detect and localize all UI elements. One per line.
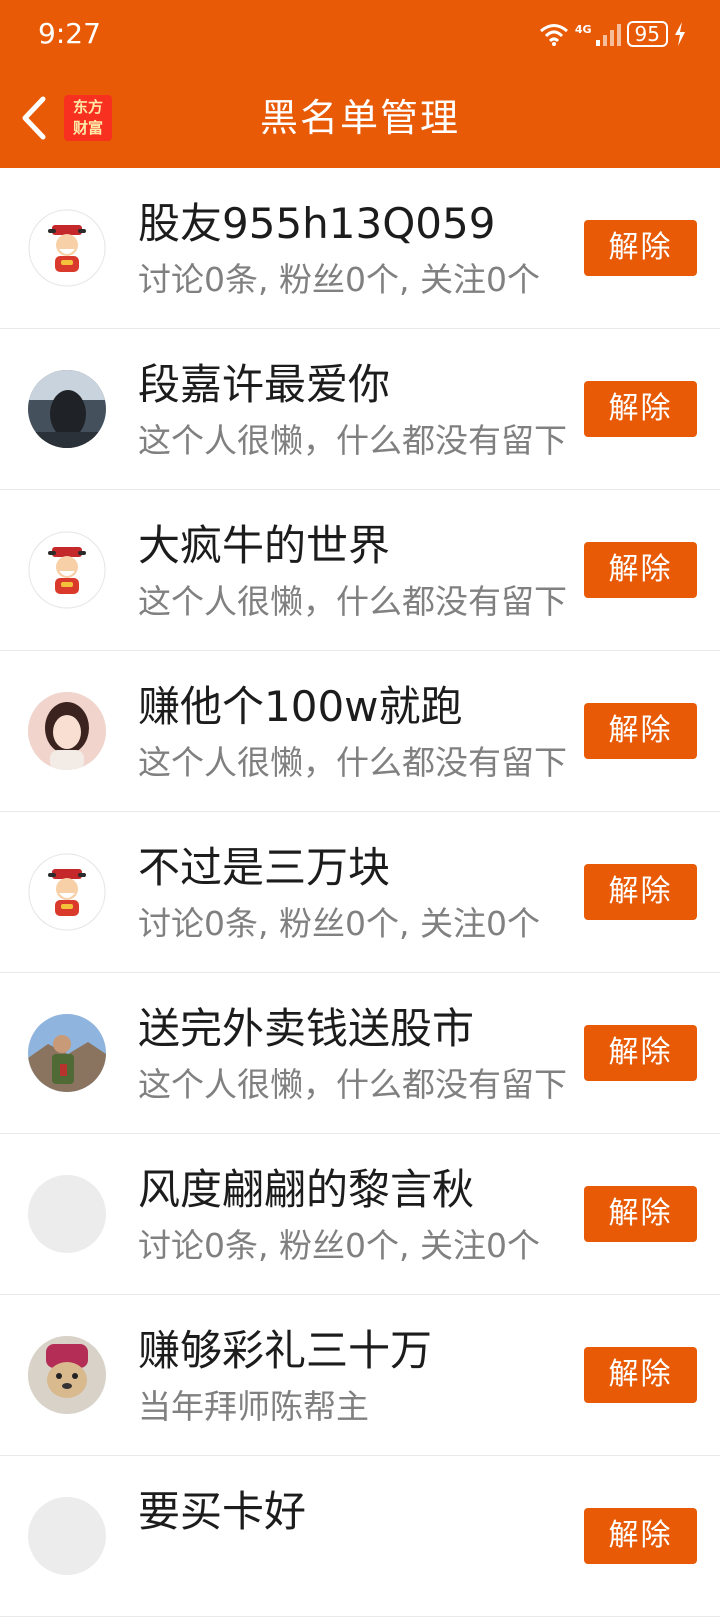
user-description: 这个人很懒，什么都没有留下 — [138, 743, 567, 782]
unblock-button[interactable]: 解除 — [584, 864, 697, 920]
user-name: 送完外卖钱送股市 — [138, 1004, 475, 1053]
user-description: 这个人很懒，什么都没有留下 — [138, 421, 567, 460]
app-header: 9:27 4G 95 东方 财富 黑名单管理 — [0, 0, 720, 168]
blacklist: 股友955h13Q059 讨论0条, 粉丝0个, 关注0个 解除 段嘉许最爱你 这个人很… — [0, 168, 720, 1617]
unblock-button[interactable]: 解除 — [584, 703, 697, 759]
user-description: 这个人很懒，什么都没有留下 — [138, 582, 567, 621]
user-name: 不过是三万块 — [138, 843, 391, 892]
wifi-icon — [539, 24, 568, 46]
list-item[interactable]: 不过是三万块讨论0条, 粉丝0个, 关注0个 解除 — [0, 812, 720, 973]
unblock-button[interactable]: 解除 — [584, 1025, 697, 1081]
unblock-button[interactable]: 解除 — [584, 1347, 697, 1403]
avatar[interactable] — [28, 1014, 106, 1092]
user-name: 风度翩翩的黎言秋 — [138, 1165, 475, 1214]
status-icons: 4G 95 — [539, 18, 686, 50]
user-description: 讨论0条, 粉丝0个, 关注0个 — [138, 904, 540, 943]
avatar[interactable] — [28, 209, 106, 287]
list-item[interactable]: 股友955h13Q059 讨论0条, 粉丝0个, 关注0个 解除 — [0, 168, 720, 329]
avatar[interactable] — [28, 370, 106, 448]
unblock-button[interactable]: 解除 — [584, 220, 697, 276]
network-type: 4G — [574, 22, 592, 36]
unblock-button[interactable]: 解除 — [584, 542, 697, 598]
charging-icon — [675, 22, 685, 46]
user-name: 赚他个100w就跑 — [138, 682, 463, 731]
user-name: 大疯牛的世界 — [138, 521, 391, 570]
list-item[interactable]: 段嘉许最爱你这个人很懒，什么都没有留下 解除 — [0, 329, 720, 490]
avatar[interactable] — [28, 853, 106, 931]
page-title: 黑名单管理 — [259, 96, 460, 140]
user-description: 讨论0条, 粉丝0个, 关注0个 — [138, 260, 540, 299]
battery-icon: 95 — [626, 21, 668, 47]
user-name: 赚够彩礼三十万 — [138, 1326, 433, 1375]
user-name: 要买卡好 — [138, 1487, 307, 1536]
list-item[interactable]: 赚够彩礼三十万当年拜师陈帮主 解除 — [0, 1295, 720, 1456]
status-time: 9:27 — [38, 17, 101, 50]
avatar[interactable] — [28, 1336, 106, 1414]
unblock-button[interactable]: 解除 — [584, 1186, 697, 1242]
user-name: 段嘉许最爱你 — [138, 360, 391, 409]
list-item[interactable]: 送完外卖钱送股市这个人很懒，什么都没有留下 解除 — [0, 973, 720, 1134]
avatar[interactable] — [28, 531, 106, 609]
user-name: 股友955h13Q059 — [138, 199, 496, 248]
list-item[interactable]: 要买卡好 解除 — [0, 1456, 720, 1617]
user-description: 讨论0条, 粉丝0个, 关注0个 — [138, 1226, 540, 1265]
signal-icon — [595, 22, 621, 46]
user-description: 这个人很懒，什么都没有留下 — [138, 1065, 567, 1104]
list-item[interactable]: 风度翩翩的黎言秋讨论0条, 粉丝0个, 关注0个 解除 — [0, 1134, 720, 1295]
unblock-button[interactable]: 解除 — [584, 381, 697, 437]
avatar[interactable] — [28, 1497, 106, 1575]
list-item[interactable]: 赚他个100w就跑这个人很懒，什么都没有留下 解除 — [0, 651, 720, 812]
unblock-button[interactable]: 解除 — [584, 1508, 697, 1564]
avatar[interactable] — [28, 692, 106, 770]
list-item[interactable]: 大疯牛的世界这个人很懒，什么都没有留下 解除 — [0, 490, 720, 651]
user-description: 当年拜师陈帮主 — [138, 1387, 369, 1426]
avatar[interactable] — [28, 1175, 106, 1253]
